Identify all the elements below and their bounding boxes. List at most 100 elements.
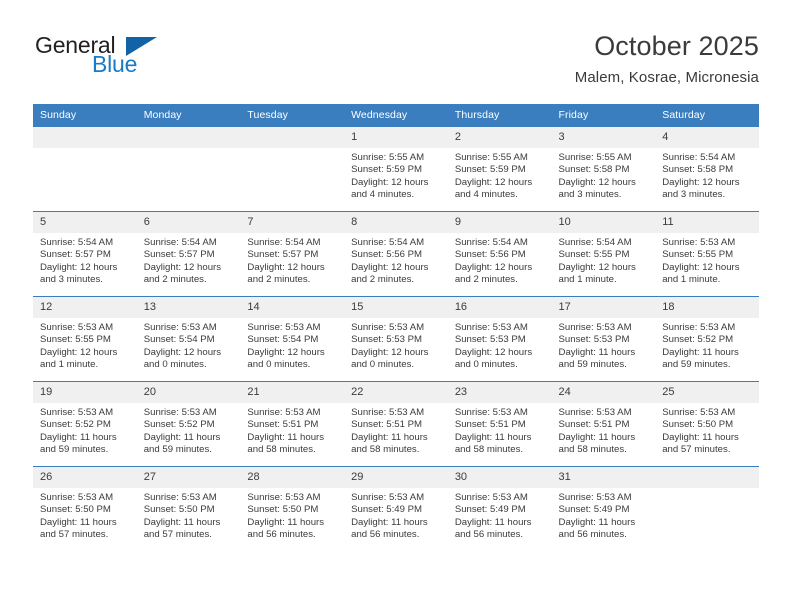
- calendar-day-cell[interactable]: 24 Sunrise: 5:53 AM Sunset: 5:51 PM Dayligh…: [551, 381, 656, 467]
- calendar-day-cell[interactable]: 21 Sunrise: 5:53 AM Sunset: 5:51 PM Dayligh…: [240, 381, 345, 467]
- sunrise-text: Sunrise: 5:54 AM: [143, 237, 217, 248]
- page-title: October 2025: [594, 31, 759, 61]
- calendar-week-row: 19 Sunrise: 5:53 AM Sunset: 5:52 PM Dayligh…: [33, 381, 759, 467]
- day-details: Sunrise: 5:53 AM Sunset: 5:55 PM Daylight:…: [33, 318, 137, 371]
- page-header: General Blue October 2025 Malem, Kosrae,…: [33, 30, 759, 98]
- sunset-text: Sunset: 5:53 PM: [351, 334, 423, 346]
- sunrise-text: Sunrise: 5:54 AM: [662, 152, 736, 163]
- title-block: October 2025 Malem, Kosrae, Micronesia: [575, 30, 759, 88]
- sunrise-text: Sunrise: 5:53 AM: [247, 407, 321, 418]
- calendar-day-cell[interactable]: 4 Sunrise: 5:54 AM Sunset: 5:58 PM Daylight…: [655, 126, 759, 212]
- sunrise-text: Sunrise: 5:53 AM: [558, 322, 632, 333]
- sunset-text: Sunset: 5:54 PM: [247, 334, 319, 346]
- sunrise-text: Sunrise: 5:53 AM: [558, 407, 632, 418]
- calendar-day-cell[interactable]: 14 Sunrise: 5:53 AM Sunset: 5:54 PM Dayligh…: [240, 296, 345, 382]
- day-number: 27: [136, 467, 241, 488]
- calendar-day-cell[interactable]: 9 Sunrise: 5:54 AM Sunset: 5:56 PM Daylight…: [447, 211, 552, 297]
- calendar-day-cell[interactable]: 29 Sunrise: 5:53 AM Sunset: 5:49 PM Dayligh…: [344, 466, 448, 551]
- calendar-day-cell[interactable]: 26 Sunrise: 5:53 AM Sunset: 5:50 PM Dayligh…: [33, 466, 137, 551]
- calendar-day-cell[interactable]: 19 Sunrise: 5:53 AM Sunset: 5:52 PM Dayligh…: [33, 381, 137, 467]
- daylight-text-line1: Daylight: 12 hours: [40, 261, 118, 273]
- daylight-text-line1: Daylight: 12 hours: [454, 261, 533, 273]
- day-details: Sunrise: 5:54 AM Sunset: 5:55 PM Daylight:…: [552, 233, 656, 286]
- calendar-day-cell[interactable]: 23 Sunrise: 5:53 AM Sunset: 5:51 PM Dayligh…: [447, 381, 552, 467]
- day-number: 20: [136, 382, 241, 403]
- calendar-day-cell[interactable]: 8 Sunrise: 5:54 AM Sunset: 5:56 PM Daylight…: [344, 211, 448, 297]
- day-details: Sunrise: 5:53 AM Sunset: 5:51 PM Daylight:…: [552, 403, 656, 456]
- sunrise-text: Sunrise: 5:53 AM: [351, 322, 425, 333]
- sunrise-text: Sunrise: 5:53 AM: [558, 492, 632, 503]
- weekday-header-tuesday: Tuesday: [240, 104, 345, 127]
- general-blue-logo[interactable]: General Blue: [33, 34, 263, 90]
- calendar-day-cell[interactable]: 11 Sunrise: 5:53 AM Sunset: 5:55 PM Dayligh…: [655, 211, 759, 297]
- daylight-text-line1: Daylight: 12 hours: [662, 261, 740, 273]
- day-details: Sunrise: 5:53 AM Sunset: 5:52 PM Daylight:…: [655, 318, 759, 371]
- daylight-text-line1: Daylight: 11 hours: [143, 516, 221, 528]
- sunrise-text: Sunrise: 5:54 AM: [454, 237, 528, 248]
- calendar-day-cell[interactable]: 25 Sunrise: 5:53 AM Sunset: 5:50 PM Dayligh…: [655, 381, 759, 467]
- sunrise-text: Sunrise: 5:53 AM: [351, 407, 425, 418]
- calendar-day-cell[interactable]: 1 Sunrise: 5:55 AM Sunset: 5:59 PM Daylight…: [344, 126, 448, 212]
- calendar-day-cell[interactable]: 12 Sunrise: 5:53 AM Sunset: 5:55 PM Dayligh…: [33, 296, 137, 382]
- day-number: 10: [551, 212, 656, 233]
- calendar-day-cell-empty: [240, 126, 345, 212]
- daylight-text-line2: and 56 minutes.: [247, 528, 316, 540]
- daylight-text-line1: Daylight: 12 hours: [662, 176, 740, 188]
- daylight-text-line2: and 58 minutes.: [454, 443, 524, 455]
- day-number: 5: [33, 212, 137, 233]
- day-number: 9: [447, 212, 552, 233]
- sunset-text: Sunset: 5:51 PM: [454, 419, 526, 431]
- sunset-text: Sunset: 5:50 PM: [247, 504, 319, 516]
- day-number: 14: [240, 297, 345, 318]
- sunset-text: Sunset: 5:56 PM: [454, 249, 526, 261]
- weekday-header-monday: Monday: [136, 104, 241, 127]
- sunrise-text: Sunrise: 5:53 AM: [40, 322, 114, 333]
- day-details: Sunrise: 5:53 AM Sunset: 5:50 PM Daylight:…: [240, 488, 344, 541]
- day-number: 8: [344, 212, 448, 233]
- daylight-text-line2: and 59 minutes.: [40, 443, 109, 455]
- calendar-day-cell[interactable]: 22 Sunrise: 5:53 AM Sunset: 5:51 PM Dayligh…: [344, 381, 448, 467]
- calendar-day-cell[interactable]: 30 Sunrise: 5:53 AM Sunset: 5:49 PM Dayligh…: [447, 466, 552, 551]
- daylight-text-line1: Daylight: 12 hours: [351, 176, 429, 188]
- calendar-day-cell[interactable]: 2 Sunrise: 5:55 AM Sunset: 5:59 PM Daylight…: [447, 126, 552, 212]
- sunset-text: Sunset: 5:51 PM: [351, 419, 423, 431]
- daylight-text-line2: and 56 minutes.: [558, 528, 627, 540]
- calendar-header-row: Sunday Monday Tuesday Wednesday Thursday…: [33, 104, 759, 127]
- daylight-text-line2: and 57 minutes.: [143, 528, 212, 540]
- day-number: 25: [655, 382, 759, 403]
- day-details: Sunrise: 5:53 AM Sunset: 5:50 PM Daylight:…: [655, 403, 759, 456]
- sunrise-text: Sunrise: 5:53 AM: [662, 237, 736, 248]
- daylight-text-line2: and 0 minutes.: [454, 358, 518, 370]
- calendar-day-cell[interactable]: 31 Sunrise: 5:53 AM Sunset: 5:49 PM Dayligh…: [551, 466, 656, 551]
- calendar-day-cell[interactable]: 7 Sunrise: 5:54 AM Sunset: 5:57 PM Daylight…: [240, 211, 345, 297]
- calendar-day-cell[interactable]: 27 Sunrise: 5:53 AM Sunset: 5:50 PM Dayligh…: [136, 466, 241, 551]
- daylight-text-line1: Daylight: 12 hours: [247, 261, 325, 273]
- weekday-header-friday: Friday: [551, 104, 656, 127]
- sunset-text: Sunset: 5:58 PM: [558, 164, 630, 176]
- calendar-day-cell[interactable]: 13 Sunrise: 5:53 AM Sunset: 5:54 PM Dayligh…: [136, 296, 241, 382]
- daylight-text-line2: and 57 minutes.: [40, 528, 109, 540]
- calendar-week-row: 26 Sunrise: 5:53 AM Sunset: 5:50 PM Dayligh…: [33, 466, 759, 551]
- daylight-text-line2: and 56 minutes.: [351, 528, 420, 540]
- calendar-day-cell[interactable]: 3 Sunrise: 5:55 AM Sunset: 5:58 PM Daylight…: [551, 126, 656, 212]
- calendar-day-cell[interactable]: 5 Sunrise: 5:54 AM Sunset: 5:57 PM Daylight…: [33, 211, 137, 297]
- daylight-text-line1: Daylight: 12 hours: [143, 346, 222, 358]
- calendar-day-cell[interactable]: 17 Sunrise: 5:53 AM Sunset: 5:53 PM Dayligh…: [551, 296, 656, 382]
- sunset-text: Sunset: 5:51 PM: [247, 419, 319, 431]
- calendar-day-cell[interactable]: 15 Sunrise: 5:53 AM Sunset: 5:53 PM Dayligh…: [344, 296, 448, 382]
- daylight-text-line1: Daylight: 12 hours: [454, 346, 533, 358]
- calendar-day-cell[interactable]: 18 Sunrise: 5:53 AM Sunset: 5:52 PM Dayligh…: [655, 296, 759, 382]
- day-details: Sunrise: 5:53 AM Sunset: 5:54 PM Daylight:…: [137, 318, 241, 371]
- daylight-text-line2: and 59 minutes.: [558, 358, 627, 370]
- day-number: [655, 467, 759, 488]
- calendar-day-cell[interactable]: 20 Sunrise: 5:53 AM Sunset: 5:52 PM Dayligh…: [136, 381, 241, 467]
- calendar-day-cell[interactable]: 16 Sunrise: 5:53 AM Sunset: 5:53 PM Dayligh…: [447, 296, 552, 382]
- calendar-day-cell[interactable]: 10 Sunrise: 5:54 AM Sunset: 5:55 PM Dayligh…: [551, 211, 656, 297]
- sunrise-text: Sunrise: 5:53 AM: [40, 407, 114, 418]
- day-number: 13: [136, 297, 241, 318]
- daylight-text-line2: and 4 minutes.: [454, 188, 518, 200]
- calendar-day-cell[interactable]: 28 Sunrise: 5:53 AM Sunset: 5:50 PM Dayligh…: [240, 466, 345, 551]
- sunset-text: Sunset: 5:50 PM: [40, 504, 111, 516]
- calendar-day-cell[interactable]: 6 Sunrise: 5:54 AM Sunset: 5:57 PM Daylight…: [136, 211, 241, 297]
- sunset-text: Sunset: 5:55 PM: [558, 249, 630, 261]
